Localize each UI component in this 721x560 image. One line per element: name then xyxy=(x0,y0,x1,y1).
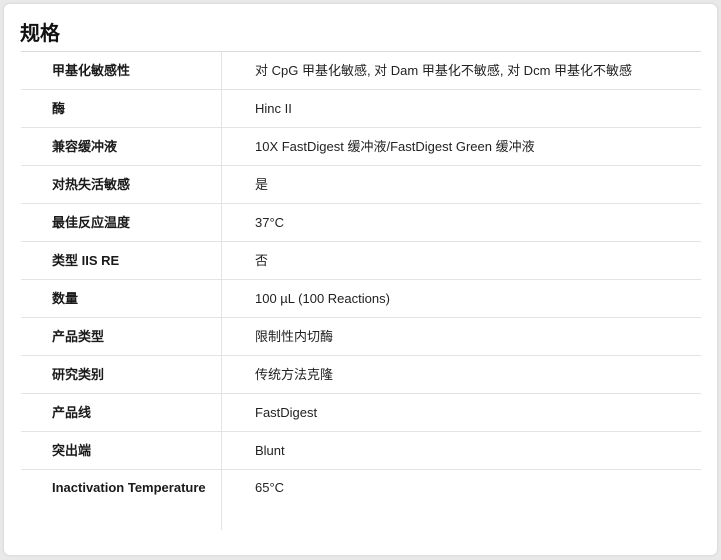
spec-row-methylation-sensitivity: 甲基化敏感性 对 CpG 甲基化敏感, 对 Dam 甲基化不敏感, 对 Dcm … xyxy=(21,52,701,90)
spec-label: 最佳反应温度 xyxy=(21,204,222,241)
spec-value: 100 µL (100 Reactions) xyxy=(255,290,390,306)
spec-label: 产品类型 xyxy=(21,318,222,355)
spec-value: 对 CpG 甲基化敏感, 对 Dam 甲基化不敏感, 对 Dcm 甲基化不敏感 xyxy=(255,62,633,78)
spec-row-compatible-buffer: 兼容缓冲液 10X FastDigest 缓冲液/FastDigest Gree… xyxy=(21,128,701,166)
specifications-card: 规格 甲基化敏感性 对 CpG 甲基化敏感, 对 Dam 甲基化不敏感, 对 D… xyxy=(4,4,717,555)
spec-value: Hinc II xyxy=(255,100,292,116)
section-title: 规格 xyxy=(20,23,60,45)
spec-row-type-iis-re: 类型 IIS RE 否 xyxy=(21,242,701,280)
spec-label: 数量 xyxy=(21,280,222,317)
spec-row-product-type: 产品类型 限制性内切酶 xyxy=(21,318,701,356)
spec-row-overhang: 突出端 Blunt xyxy=(21,432,701,470)
spec-row-enzyme: 酶 Hinc II xyxy=(21,90,701,128)
spec-row-optimal-temperature: 最佳反应温度 37°C xyxy=(21,204,701,242)
spec-value: 限制性内切酶 xyxy=(255,328,334,344)
spec-row-product-line: 产品线 FastDigest xyxy=(21,394,701,432)
spec-label: 对热失活敏感 xyxy=(21,166,222,203)
spec-label: 酶 xyxy=(21,90,222,127)
spec-value: 传统方法克隆 xyxy=(255,366,334,382)
spec-row-research-category: 研究类别 传统方法克隆 xyxy=(21,356,701,394)
spec-row-heat-inactivation: 对热失活敏感 是 xyxy=(21,166,701,204)
spec-value: 否 xyxy=(255,252,269,268)
spec-label: 兼容缓冲液 xyxy=(21,128,222,165)
spec-value: Blunt xyxy=(255,442,285,458)
spec-row-inactivation-temperature: Inactivation Temperature 65°C xyxy=(21,470,701,530)
spec-value: 65°C xyxy=(255,480,285,495)
spec-label: 产品线 xyxy=(21,394,222,431)
spec-label: 研究类别 xyxy=(21,356,222,393)
spec-label: Inactivation Temperature xyxy=(21,470,222,530)
spec-label: 甲基化敏感性 xyxy=(21,52,222,89)
spec-value: FastDigest xyxy=(255,404,318,420)
spec-label: 突出端 xyxy=(21,432,222,469)
spec-value: 10X FastDigest 缓冲液/FastDigest Green 缓冲液 xyxy=(255,138,535,154)
specifications-table: 甲基化敏感性 对 CpG 甲基化敏感, 对 Dam 甲基化不敏感, 对 Dcm … xyxy=(21,51,701,530)
spec-label: 类型 IIS RE xyxy=(21,242,222,279)
spec-value: 是 xyxy=(255,176,269,192)
spec-row-quantity: 数量 100 µL (100 Reactions) xyxy=(21,280,701,318)
spec-value: 37°C xyxy=(255,214,285,230)
